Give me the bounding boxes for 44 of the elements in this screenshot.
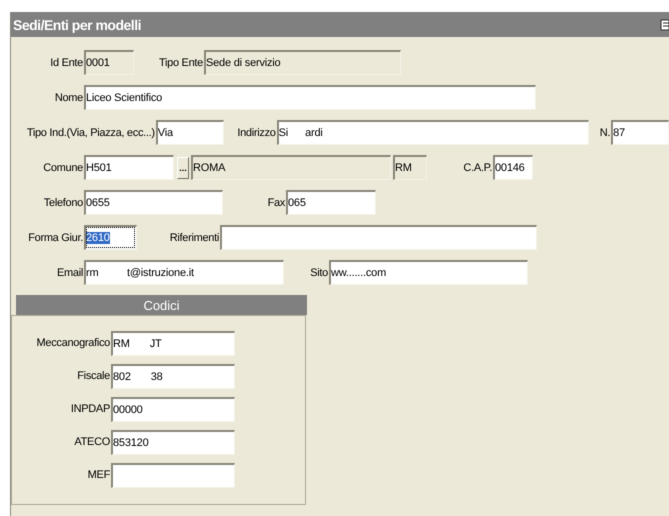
restore-icon[interactable] [660, 18, 669, 32]
input-field[interactable]: ww.......com [329, 260, 528, 285]
field-label: Email [56, 266, 84, 278]
input-field[interactable] [220, 225, 537, 250]
input-field[interactable]: 00146 [493, 155, 533, 180]
input-field[interactable]: 87 [611, 120, 669, 145]
field-label: Tipo Ente [158, 56, 204, 68]
field-label: Sito [309, 266, 329, 278]
field-label: N. [598, 126, 612, 138]
input-field[interactable]: rm t@istruzione.it [84, 260, 284, 285]
field-label: Indirizzo [236, 126, 277, 138]
section-title: Codici [143, 298, 180, 312]
window-title: Sedi/Enti per modelli [13, 16, 141, 32]
browse-button[interactable]: ... [177, 156, 189, 178]
input-field[interactable]: ROMA [191, 155, 391, 180]
input-field[interactable]: Si ardi [276, 120, 590, 145]
field-label: Comune [42, 162, 84, 174]
input-field[interactable]: 0001 [84, 50, 134, 75]
input-field[interactable]: RM [393, 155, 427, 180]
input-field[interactable]: 2610 [84, 225, 137, 250]
field-label: Fax [266, 196, 286, 208]
input-field[interactable]: RM JT [111, 330, 235, 356]
field-label: C.A.P. [462, 162, 493, 174]
field-label: Riferimenti [168, 232, 220, 244]
field-label: Telefono [42, 196, 84, 208]
field-label: Fiscale [76, 370, 111, 382]
input-field[interactable]: 802 38 [111, 364, 235, 388]
input-field[interactable]: H501 [84, 155, 174, 180]
field-label: Tipo Ind.(Via, Piazza, ecc...) [26, 126, 156, 138]
input-field[interactable] [111, 462, 235, 488]
field-label: Id Ente [49, 56, 84, 68]
field-label: Nome [54, 92, 84, 104]
input-field[interactable]: 0655 [84, 190, 223, 215]
field-label: Meccanografico [36, 337, 111, 349]
field-label: INPDAP [70, 403, 111, 415]
input-field[interactable]: 853120 [111, 430, 235, 454]
field-label: ATECO [73, 436, 111, 448]
field-label: Forma Giur. [27, 232, 84, 244]
field-label: MEF [86, 469, 111, 481]
input-field[interactable]: Via [156, 120, 224, 145]
input-field[interactable]: 065 [286, 190, 376, 215]
input-field[interactable]: Liceo Scientifico [84, 85, 536, 110]
input-field[interactable]: Sede di servizio [204, 50, 401, 75]
input-field[interactable]: 00000 [111, 396, 235, 422]
